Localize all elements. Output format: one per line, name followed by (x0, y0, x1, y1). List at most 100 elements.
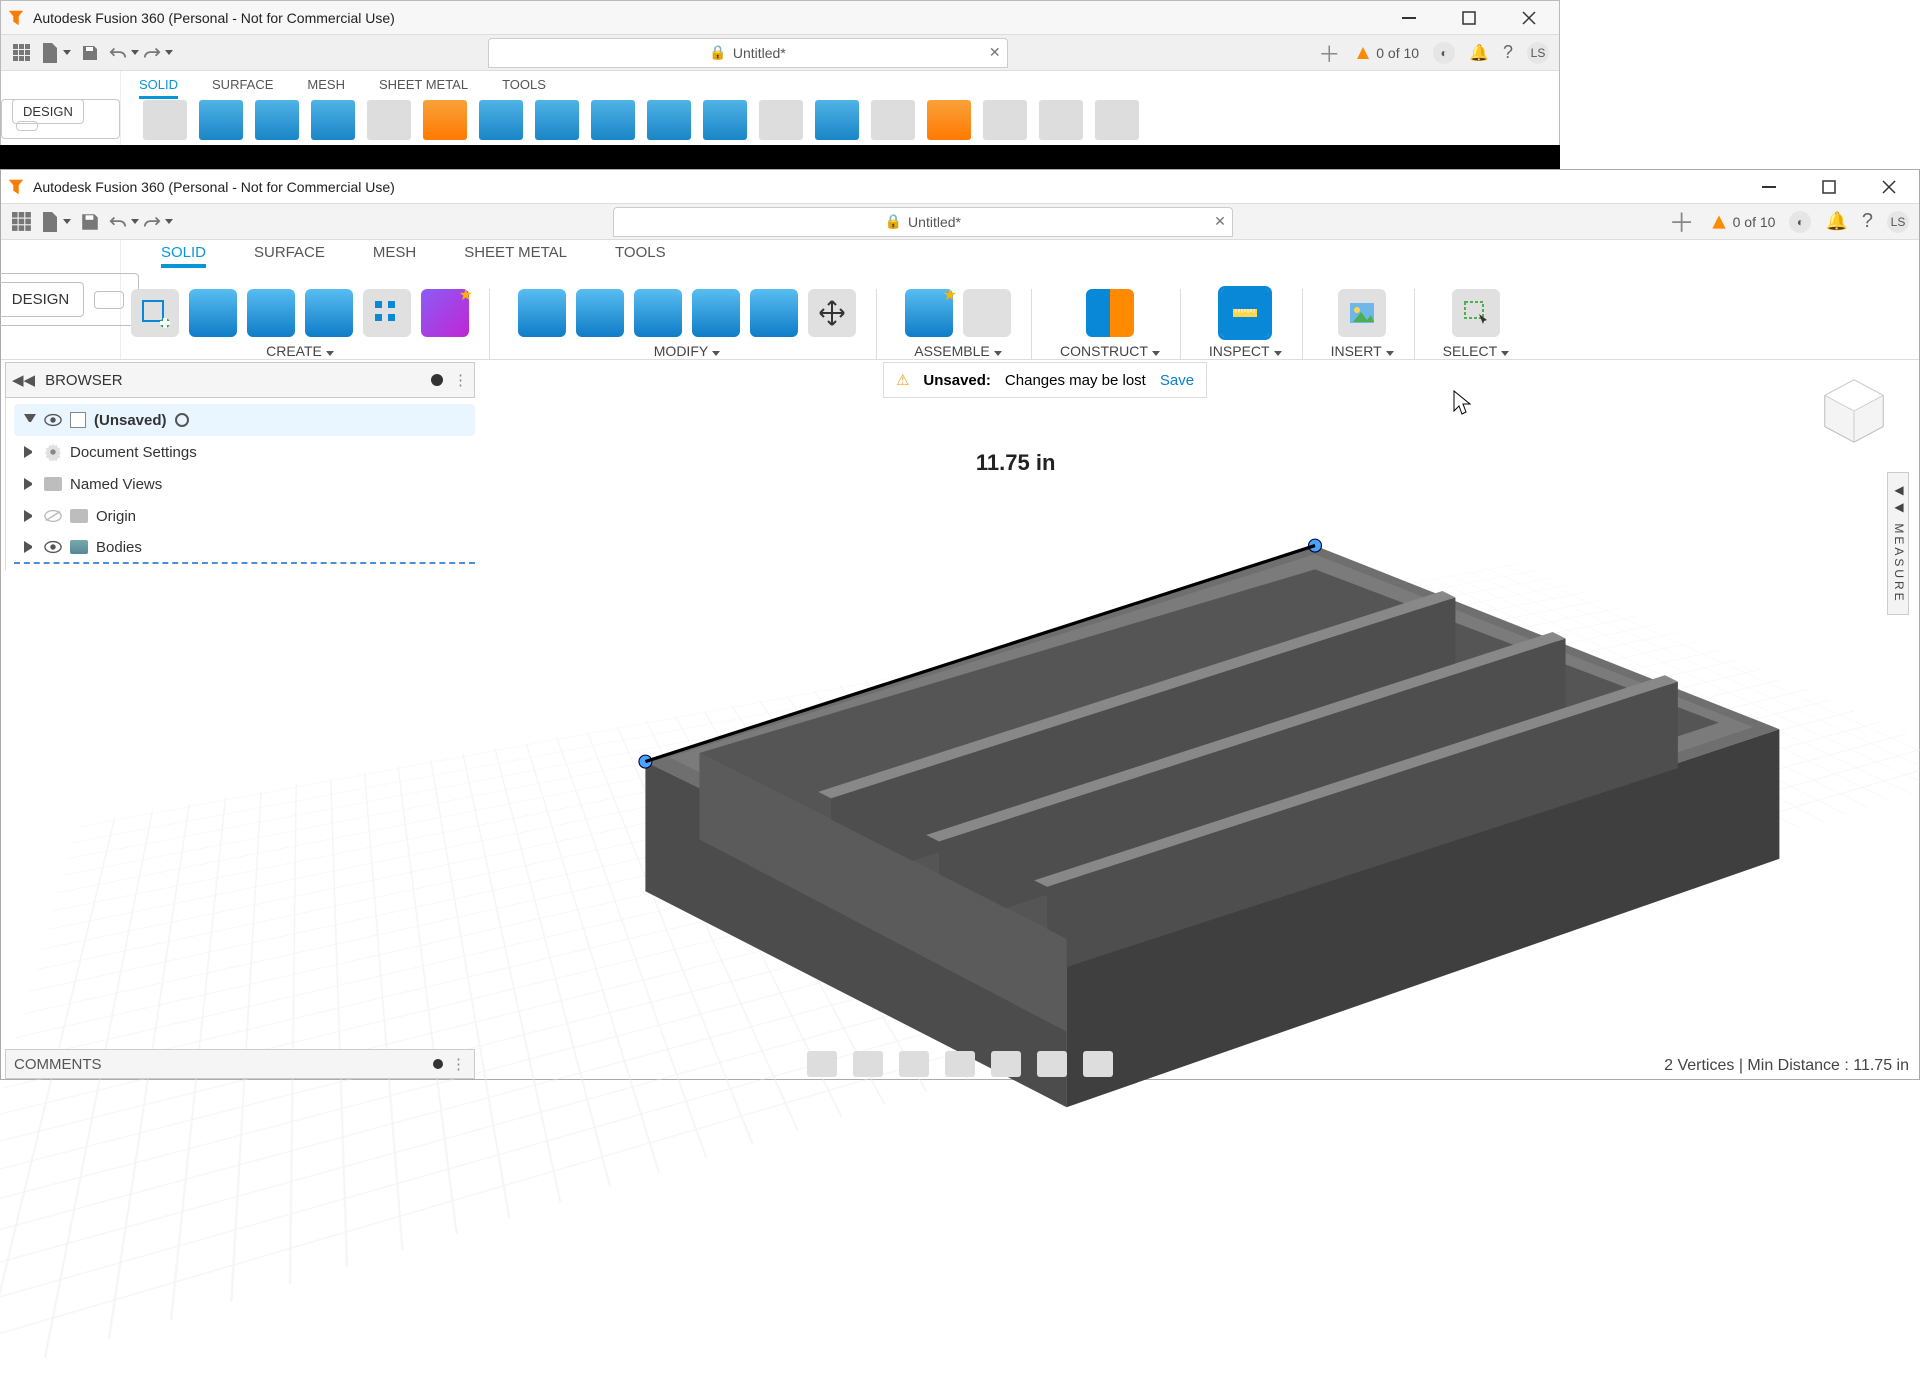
user-avatar[interactable]: LS (1527, 42, 1549, 64)
data-panel-icon[interactable] (7, 38, 37, 68)
new-tab-icon[interactable]: ＋ (1318, 37, 1340, 69)
align-icon[interactable] (750, 289, 798, 337)
file-menu-icon[interactable] (41, 38, 71, 68)
notifications-icon[interactable]: 🔔 (1469, 43, 1489, 63)
comments-settings-icon[interactable] (433, 1059, 443, 1069)
help-icon[interactable]: ? (1862, 210, 1873, 233)
move-icon[interactable] (759, 100, 803, 140)
workspace-switcher[interactable]: DESIGN (1, 240, 121, 359)
orbit-icon[interactable] (807, 1051, 837, 1077)
cylinder-icon[interactable] (247, 289, 295, 337)
zoom-icon[interactable] (899, 1051, 929, 1077)
save-icon[interactable] (75, 38, 105, 68)
tab-close-icon[interactable]: ✕ (1214, 213, 1226, 230)
job-status-icon[interactable]: ◐ (1789, 211, 1811, 233)
document-tab[interactable]: 🔒 Untitled* ✕ (613, 207, 1233, 237)
fillet-icon[interactable] (535, 100, 579, 140)
expand-icon[interactable] (24, 510, 36, 522)
fillet-ribbon-icon[interactable] (576, 289, 624, 337)
pattern-icon[interactable] (363, 289, 411, 337)
select-icon[interactable] (1095, 100, 1139, 140)
workspace-switcher[interactable]: DESIGN (1, 71, 121, 145)
visibility-off-icon[interactable] (44, 509, 62, 523)
expand-icon[interactable] (24, 414, 36, 426)
visibility-icon[interactable] (44, 540, 62, 554)
new-component-icon[interactable]: ★ (905, 289, 953, 337)
joint-ribbon-icon[interactable] (963, 289, 1011, 337)
tab-tools[interactable]: TOOLS (502, 77, 546, 92)
file-menu-icon[interactable] (41, 207, 71, 237)
emboss-icon[interactable] (423, 100, 467, 140)
select-ribbon-icon[interactable] (1452, 289, 1500, 337)
insert-decal-icon[interactable] (1338, 289, 1386, 337)
box-icon[interactable] (189, 289, 237, 337)
sketch-icon[interactable] (143, 100, 187, 140)
fit-icon[interactable] (945, 1051, 975, 1077)
tab-tools[interactable]: TOOLS (615, 244, 666, 268)
model-canvas[interactable]: 11.75 in ⚠ Unsaved: Changes may be lost … (181, 362, 1909, 1049)
combine-icon[interactable] (647, 100, 691, 140)
tab-sheet-metal[interactable]: SHEET METAL (464, 244, 567, 268)
shell-ribbon-icon[interactable] (634, 289, 682, 337)
visibility-icon[interactable] (44, 413, 62, 427)
view-cube[interactable] (1815, 372, 1893, 450)
presspull-icon[interactable] (479, 100, 523, 140)
redo-icon[interactable] (143, 207, 173, 237)
extensions-counter[interactable]: 0 of 10 (1709, 212, 1776, 232)
minimize-button[interactable] (1751, 173, 1787, 201)
extensions-counter[interactable]: 0 of 10 (1354, 44, 1419, 62)
expand-icon[interactable] (24, 446, 36, 458)
pan-icon[interactable] (853, 1051, 883, 1077)
job-status-icon[interactable]: ◐ (1433, 42, 1455, 64)
close-button[interactable] (1511, 4, 1547, 32)
construct-plane-icon[interactable] (1086, 289, 1134, 337)
measure-side-tab[interactable]: ◀◀ MEASURE (1887, 472, 1909, 615)
form-icon[interactable]: ★ (421, 289, 469, 337)
press-pull-icon[interactable] (518, 289, 566, 337)
joint-icon[interactable] (871, 100, 915, 140)
browser-collapse-icon[interactable]: ◀◀ (12, 371, 35, 389)
undo-icon[interactable] (109, 38, 139, 68)
close-button[interactable] (1871, 173, 1907, 201)
revolve-icon[interactable] (255, 100, 299, 140)
tab-surface[interactable]: SURFACE (254, 244, 325, 268)
hole-icon[interactable] (311, 100, 355, 140)
comments-grip-icon[interactable]: ⋮ (451, 1055, 466, 1073)
extrude-icon[interactable] (199, 100, 243, 140)
move-copy-icon[interactable] (808, 289, 856, 337)
create-sketch-icon[interactable] (131, 289, 179, 337)
redo-icon[interactable] (143, 38, 173, 68)
construct-icon[interactable] (927, 100, 971, 140)
expand-icon[interactable] (24, 541, 36, 553)
maximize-button[interactable] (1811, 173, 1847, 201)
inspect-measure-icon[interactable] (1221, 289, 1269, 337)
measure-icon[interactable] (983, 100, 1027, 140)
combine-ribbon-icon[interactable] (692, 289, 740, 337)
tab-sheet-metal[interactable]: SHEET METAL (379, 77, 468, 92)
display-icon[interactable] (991, 1051, 1021, 1077)
pattern-icon[interactable] (367, 100, 411, 140)
tab-mesh[interactable]: MESH (373, 244, 416, 268)
notifications-icon[interactable]: 🔔 (1825, 211, 1847, 232)
expand-icon[interactable] (24, 478, 36, 490)
document-tab[interactable]: 🔒 Untitled* ✕ (488, 38, 1008, 68)
grid-settings-icon[interactable] (1037, 1051, 1067, 1077)
minimize-button[interactable] (1391, 4, 1427, 32)
data-panel-icon[interactable] (7, 207, 37, 237)
undo-icon[interactable] (109, 207, 139, 237)
tab-mesh[interactable]: MESH (307, 77, 345, 92)
user-avatar[interactable]: LS (1887, 211, 1909, 233)
shell-icon[interactable] (591, 100, 635, 140)
help-icon[interactable]: ? (1503, 42, 1513, 63)
viewport-icon[interactable] (1083, 1051, 1113, 1077)
maximize-button[interactable] (1451, 4, 1487, 32)
torus-icon[interactable] (305, 289, 353, 337)
save-link[interactable]: Save (1160, 372, 1194, 389)
split-icon[interactable] (703, 100, 747, 140)
tab-close-icon[interactable]: ✕ (989, 44, 1001, 61)
tab-solid[interactable]: SOLID (161, 244, 206, 268)
insert-icon[interactable] (1039, 100, 1083, 140)
tab-surface[interactable]: SURFACE (212, 77, 273, 92)
assemble-icon[interactable] (815, 100, 859, 140)
save-icon[interactable] (75, 207, 105, 237)
